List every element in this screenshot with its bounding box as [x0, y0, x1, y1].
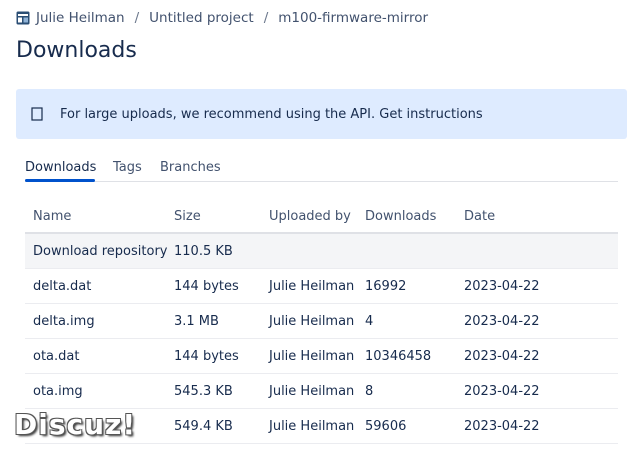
breadcrumb-separator: / — [263, 10, 269, 26]
upload-date: 2023-04-22 — [464, 384, 540, 399]
uploader[interactable]: Julie Heilman — [269, 419, 354, 434]
info-icon — [31, 107, 43, 121]
table-row[interactable]: delta.dat 144 bytes Julie Heilman 16992 … — [25, 269, 618, 304]
tab-downloads[interactable]: Downloads — [25, 160, 96, 175]
tab-branches[interactable]: Branches — [160, 160, 221, 175]
download-count: 10346458 — [365, 349, 432, 364]
breadcrumb-separator: / — [134, 10, 140, 26]
info-banner: For large uploads, we recommend using th… — [16, 89, 627, 139]
table-row[interactable]: delta.img 3.1 MB Julie Heilman 4 2023-04… — [25, 304, 618, 339]
upload-date: 2023-04-22 — [464, 419, 540, 434]
column-header-size[interactable]: Size — [174, 209, 201, 224]
tab-tags[interactable]: Tags — [113, 160, 142, 175]
active-tab-indicator — [25, 179, 95, 182]
file-name-link[interactable]: delta.dat — [33, 279, 91, 294]
table-row[interactable]: ota.dat 144 bytes Julie Heilman 10346458… — [25, 339, 618, 374]
breadcrumb-workspace[interactable]: Julie Heilman — [36, 10, 125, 26]
download-count: 16992 — [365, 279, 407, 294]
file-size: 549.4 KB — [174, 419, 233, 434]
table-row[interactable]: ota.img 545.3 KB Julie Heilman 8 2023-04… — [25, 374, 618, 409]
upload-date: 2023-04-22 — [464, 314, 540, 329]
table-row[interactable]: Download repository 110.5 KB — [25, 234, 618, 269]
upload-date: 2023-04-22 — [464, 349, 540, 364]
page-title: Downloads — [16, 38, 137, 63]
file-name-link[interactable]: ota.dat — [33, 349, 79, 364]
column-header-date[interactable]: Date — [464, 209, 495, 224]
download-count: 59606 — [365, 419, 407, 434]
column-header-downloads[interactable]: Downloads — [365, 209, 436, 224]
uploader[interactable]: Julie Heilman — [269, 314, 354, 329]
table-header: Name Size Uploaded by Downloads Date — [25, 199, 618, 234]
file-name-link[interactable]: Download repository — [33, 244, 168, 259]
breadcrumb-project[interactable]: Untitled project — [149, 10, 254, 26]
file-size: 144 bytes — [174, 349, 239, 364]
file-size: 144 bytes — [174, 279, 239, 294]
repository-icon — [16, 11, 30, 25]
uploader[interactable]: Julie Heilman — [269, 279, 354, 294]
column-header-name[interactable]: Name — [33, 209, 71, 224]
file-size: 545.3 KB — [174, 384, 233, 399]
file-size: 110.5 KB — [174, 244, 233, 259]
file-name-link[interactable]: delta.img — [33, 314, 95, 329]
tab-bar: Downloads Tags Branches — [25, 152, 618, 182]
breadcrumb-repository[interactable]: m100-firmware-mirror — [278, 10, 428, 26]
banner-text[interactable]: For large uploads, we recommend using th… — [60, 107, 483, 122]
uploader[interactable]: Julie Heilman — [269, 384, 354, 399]
uploader[interactable]: Julie Heilman — [269, 349, 354, 364]
upload-date: 2023-04-22 — [464, 279, 540, 294]
download-count: 8 — [365, 384, 374, 399]
column-header-uploaded-by[interactable]: Uploaded by — [269, 209, 351, 224]
breadcrumb: Julie Heilman / Untitled project / m100-… — [16, 9, 428, 27]
watermark-logo: Discuz! — [14, 408, 137, 441]
file-size: 3.1 MB — [174, 314, 219, 329]
download-count: 4 — [365, 314, 374, 329]
file-name-link[interactable]: ota.img — [33, 384, 83, 399]
